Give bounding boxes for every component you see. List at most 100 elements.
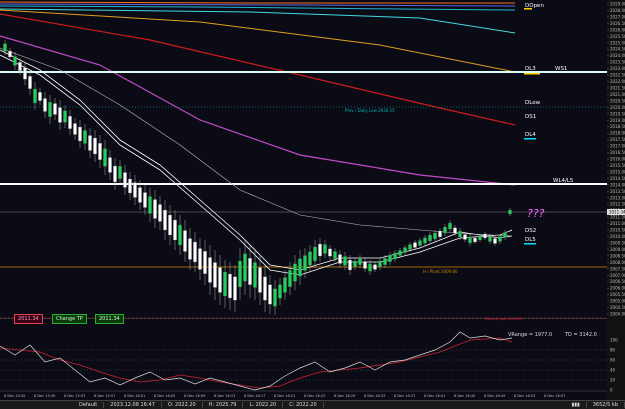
candle-body	[133, 182, 137, 198]
candle-body	[433, 232, 437, 240]
current-price-label: 2011.34	[609, 210, 625, 215]
trading-chart-window: 2029.00 2028.00 2027.00 2026.50 2026.00 2025.…	[0, 0, 625, 409]
price-tick-label: 2009.00	[610, 247, 625, 252]
price-tick-label: 2014.50	[610, 176, 625, 181]
time-tick-label: 8 Dec 16:53	[514, 394, 535, 398]
candle-body	[363, 261, 367, 269]
candle-body	[438, 230, 442, 238]
candle-body	[218, 267, 222, 293]
candle-body	[463, 234, 467, 240]
price-tick-label: 2007.00	[610, 273, 625, 278]
candle-body	[173, 219, 177, 241]
candle-body	[293, 263, 297, 282]
candle-body	[38, 92, 42, 101]
price-tick-label: 2027.00	[610, 14, 625, 19]
time-tick-label: 8 Dec 16:13	[214, 394, 235, 398]
candle-body	[378, 260, 382, 268]
candle-body	[203, 251, 207, 274]
candle-body	[373, 264, 377, 270]
price-tick-label: 2024.00	[610, 53, 625, 58]
candle-body	[268, 284, 272, 305]
price-tick-label: 2021.00	[610, 92, 625, 97]
time-tick-label: 8 Dec 16:57	[544, 394, 565, 398]
price-chart[interactable]: 2029.002028.002027.00 2026.502026.00 2025.…	[0, 0, 625, 400]
candle-body	[288, 270, 292, 287]
candle-body	[68, 116, 72, 129]
change-tp-button[interactable]: Change TP	[52, 314, 87, 324]
price-tick-label: 2014.00	[610, 182, 625, 187]
time-tick-label: 8 Dec 16:01	[124, 394, 145, 398]
candle-body	[303, 255, 307, 271]
price-tick-label: 2004.00	[610, 312, 625, 317]
time-tick-label: 8 Dec 15:45	[4, 394, 25, 398]
price-tick-label: 2006.50	[610, 279, 625, 284]
status-high: H: 2025.79	[203, 402, 244, 408]
dl3-label: DL3	[525, 66, 536, 72]
price-tick-label: 2011.50	[610, 215, 625, 220]
candle-body	[83, 130, 87, 144]
candle-body	[408, 244, 412, 250]
price-tick-label: 2015.00	[610, 169, 625, 174]
take-profit-box[interactable]: 2011.34	[95, 314, 124, 324]
price-tick-label: 2012.50	[610, 202, 625, 207]
candle-body	[118, 166, 122, 179]
candle-body	[168, 214, 172, 236]
candle-body	[468, 236, 472, 244]
candle-body	[233, 276, 237, 301]
indicator-vrange: VRange = 1977.0	[508, 332, 552, 338]
price-tick-label: 2026.50	[610, 21, 625, 26]
candle-body	[503, 232, 507, 238]
indicator-tick-label: 20	[610, 378, 616, 383]
candle-body	[423, 237, 427, 244]
candle-body	[258, 267, 262, 293]
time-tick-label: 8 Dec 16:37	[394, 394, 415, 398]
candle-body	[348, 259, 352, 271]
candle-body	[403, 247, 407, 253]
position-price-box[interactable]: 2011.34	[14, 314, 43, 324]
price-tick-label: 2024.50	[610, 47, 625, 52]
price-tick-label: 2018.00	[610, 131, 625, 136]
price-tick-label: 2023.00	[610, 66, 625, 71]
candle-body	[48, 102, 52, 117]
candle-body	[78, 126, 82, 142]
price-tick-label: 2005.50	[610, 292, 625, 297]
dl3-marker	[524, 73, 540, 75]
price-tick-label: 2010.50	[610, 228, 625, 233]
indicator-tick-label: 40	[610, 368, 616, 373]
dopen-label: DOpen	[525, 3, 544, 9]
candle-body	[418, 240, 422, 246]
candle-body	[148, 196, 152, 214]
candle-body	[113, 165, 117, 183]
candle-body	[318, 243, 322, 257]
candle-body	[178, 224, 182, 246]
candle-body	[188, 238, 192, 260]
candle-body	[128, 178, 132, 194]
monthly-low-label: Monthly Low 2002.89	[485, 317, 523, 321]
candle-body	[323, 244, 327, 254]
candle-body	[223, 271, 227, 297]
candle-body	[358, 258, 362, 265]
traffic-icon: ▮▮▮	[565, 402, 587, 408]
candle-body	[193, 241, 197, 263]
dl5-marker	[524, 243, 536, 245]
candle-body	[478, 235, 482, 241]
candle-body	[158, 204, 162, 222]
candle-body	[273, 288, 277, 307]
candle-body	[163, 209, 167, 231]
candle-body	[28, 76, 32, 89]
candle-body	[138, 187, 142, 203]
price-tick-label: 2007.50	[610, 266, 625, 271]
price-tick-label: 2019.50	[610, 111, 625, 116]
candle-body	[88, 135, 92, 151]
chart-background	[0, 0, 625, 400]
ds1-label: DS1	[525, 114, 536, 120]
price-tick-label: 2016.00	[610, 157, 625, 162]
candle-body	[58, 107, 62, 123]
price-tick-label: 2020.00	[610, 105, 625, 110]
candle-body	[213, 262, 217, 288]
dlow-label: DLow	[525, 100, 541, 106]
candle-body	[13, 56, 17, 66]
scribble-annotation: ???	[527, 207, 545, 220]
price-tick-label: 2019.00	[610, 118, 625, 123]
candle-body	[388, 255, 392, 262]
